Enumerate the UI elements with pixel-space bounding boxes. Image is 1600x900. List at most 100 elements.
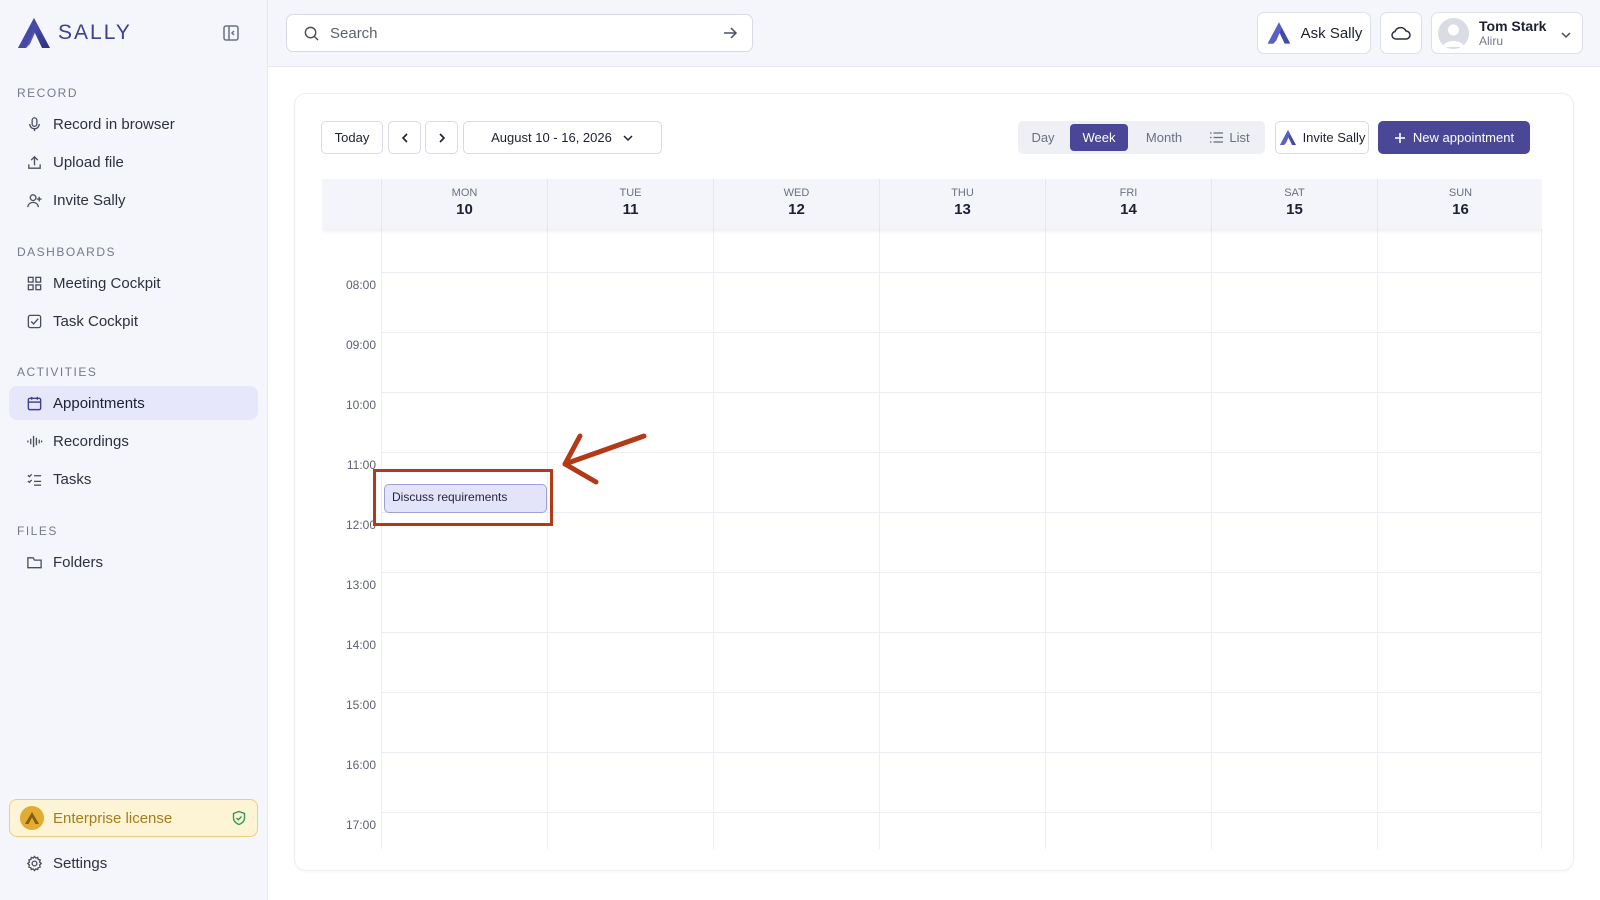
user-menu[interactable]: Tom Stark Aliru [1431,12,1583,54]
invite-sally-button[interactable]: Invite Sally [1275,121,1369,154]
day-name: SAT [1284,187,1305,199]
upload-icon [28,155,41,169]
hour-line [381,632,1542,633]
gear-icon [26,854,43,872]
time-label: 09:00 [345,338,376,352]
sidebar-item-upload-file[interactable]: Upload file [9,145,258,179]
grid-icon [27,276,42,290]
grid-line [381,229,382,849]
list-icon [1210,132,1224,143]
chevron-down-icon [623,134,633,141]
grid-line [1377,229,1378,849]
sidebar: SALLY RECORD Record in browser Upload fi… [0,0,268,900]
section-label-record: RECORD [17,86,79,100]
sally-logo-icon [18,18,50,48]
ask-sally-label: Ask Sally [1300,24,1363,42]
day-name: WED [783,187,810,199]
day-header-sun[interactable]: SUN 16 [1377,179,1542,229]
app-logo[interactable]: SALLY [16,16,132,50]
sidebar-item-label: Tasks [53,470,92,488]
user-org: Aliru [1479,33,1504,48]
hour-line [381,332,1542,333]
next-week-button[interactable] [425,121,458,154]
invite-sally-label: Invite Sally [1302,130,1366,145]
arrow-right-icon[interactable] [722,25,738,41]
new-appointment-label: New appointment [1412,130,1515,145]
day-number: 14 [1120,201,1137,218]
sidebar-item-label: Folders [53,553,104,571]
sidebar-item-label: Record in browser [53,115,175,133]
time-label: 14:00 [345,638,376,652]
chevron-down-icon [1561,32,1571,39]
day-name: MON [451,187,478,199]
today-button[interactable]: Today [321,121,383,154]
cloud-button[interactable] [1380,12,1422,54]
day-number: 15 [1286,201,1303,218]
microphone-icon [29,116,40,131]
hour-line [381,272,1542,273]
sidebar-item-task-cockpit[interactable]: Task Cockpit [9,304,258,338]
enterprise-license-badge[interactable]: Enterprise license [9,799,258,837]
grid-line [1211,229,1212,849]
sidebar-item-label: Upload file [53,153,124,171]
appointments-calendar-card: Today August 10 - 16, 2026 Day Week Mont… [294,93,1574,871]
search-input[interactable] [330,24,712,42]
top-bar: Ask Sally Tom Stark Aliru [268,0,1600,67]
checkbox-icon [27,314,42,328]
sidebar-item-meeting-cockpit[interactable]: Meeting Cockpit [9,266,258,300]
day-number: 10 [456,201,473,218]
sidebar-item-label: Appointments [53,394,145,412]
sally-logo-icon [1267,22,1290,44]
day-name: TUE [619,187,642,199]
day-header-sat[interactable]: SAT 15 [1211,179,1377,229]
time-label: 11:00 [346,458,376,472]
sidebar-item-record-in-browser[interactable]: Record in browser [9,107,258,141]
tab-day[interactable]: Day [1022,124,1064,151]
section-label-activities: ACTIVITIES [17,365,98,379]
day-header-tue[interactable]: TUE 11 [547,179,713,229]
sally-logo-icon [1279,130,1296,145]
waveform-icon [27,435,43,447]
license-label: Enterprise license [53,809,173,827]
sidebar-item-settings[interactable]: Settings [9,846,258,880]
day-header-thu[interactable]: THU 13 [879,179,1045,229]
user-avatar-icon [1443,24,1464,47]
day-name: SUN [1448,187,1473,199]
sidebar-item-folders[interactable]: Folders [9,545,258,579]
sidebar-item-label: Settings [53,854,108,872]
new-appointment-button[interactable]: New appointment [1378,121,1530,154]
hour-line [381,812,1542,813]
day-header-wed[interactable]: WED 12 [713,179,879,229]
hour-line [381,452,1542,453]
hour-line [381,752,1542,753]
chevron-right-icon [438,132,445,143]
cloud-icon [1391,26,1411,40]
task-list-icon [27,473,42,486]
tab-month[interactable]: Month [1134,124,1194,151]
collapse-sidebar-icon[interactable] [222,24,242,44]
sidebar-item-recordings[interactable]: Recordings [9,424,258,458]
sidebar-item-appointments[interactable]: Appointments [9,386,258,420]
search-box[interactable] [286,14,753,52]
day-number: 16 [1452,201,1469,218]
time-label: 13:00 [345,578,376,592]
grid-line [713,229,714,849]
tab-list[interactable]: List [1200,124,1260,151]
day-number: 13 [954,201,971,218]
ask-sally-button[interactable]: Ask Sally [1257,12,1371,54]
folder-icon [27,556,42,568]
previous-week-button[interactable] [388,121,421,154]
date-range-picker[interactable]: August 10 - 16, 2026 [463,121,662,154]
day-header-mon[interactable]: MON 10 [381,179,547,229]
tab-week[interactable]: Week [1070,124,1128,151]
grid-line [1045,229,1046,849]
sidebar-item-label: Recordings [53,432,129,450]
week-calendar: MON 10 TUE 11 WED 12 THU 13 FRI 14 SAT 15 SUN 1… [322,179,1542,849]
hour-line [381,392,1542,393]
sidebar-item-tasks[interactable]: Tasks [9,462,258,496]
hour-line [381,512,1542,513]
time-label: 10:00 [345,398,376,412]
avatar [1438,17,1469,49]
sidebar-item-invite-sally[interactable]: Invite Sally [9,183,258,217]
day-header-fri[interactable]: FRI 14 [1045,179,1211,229]
